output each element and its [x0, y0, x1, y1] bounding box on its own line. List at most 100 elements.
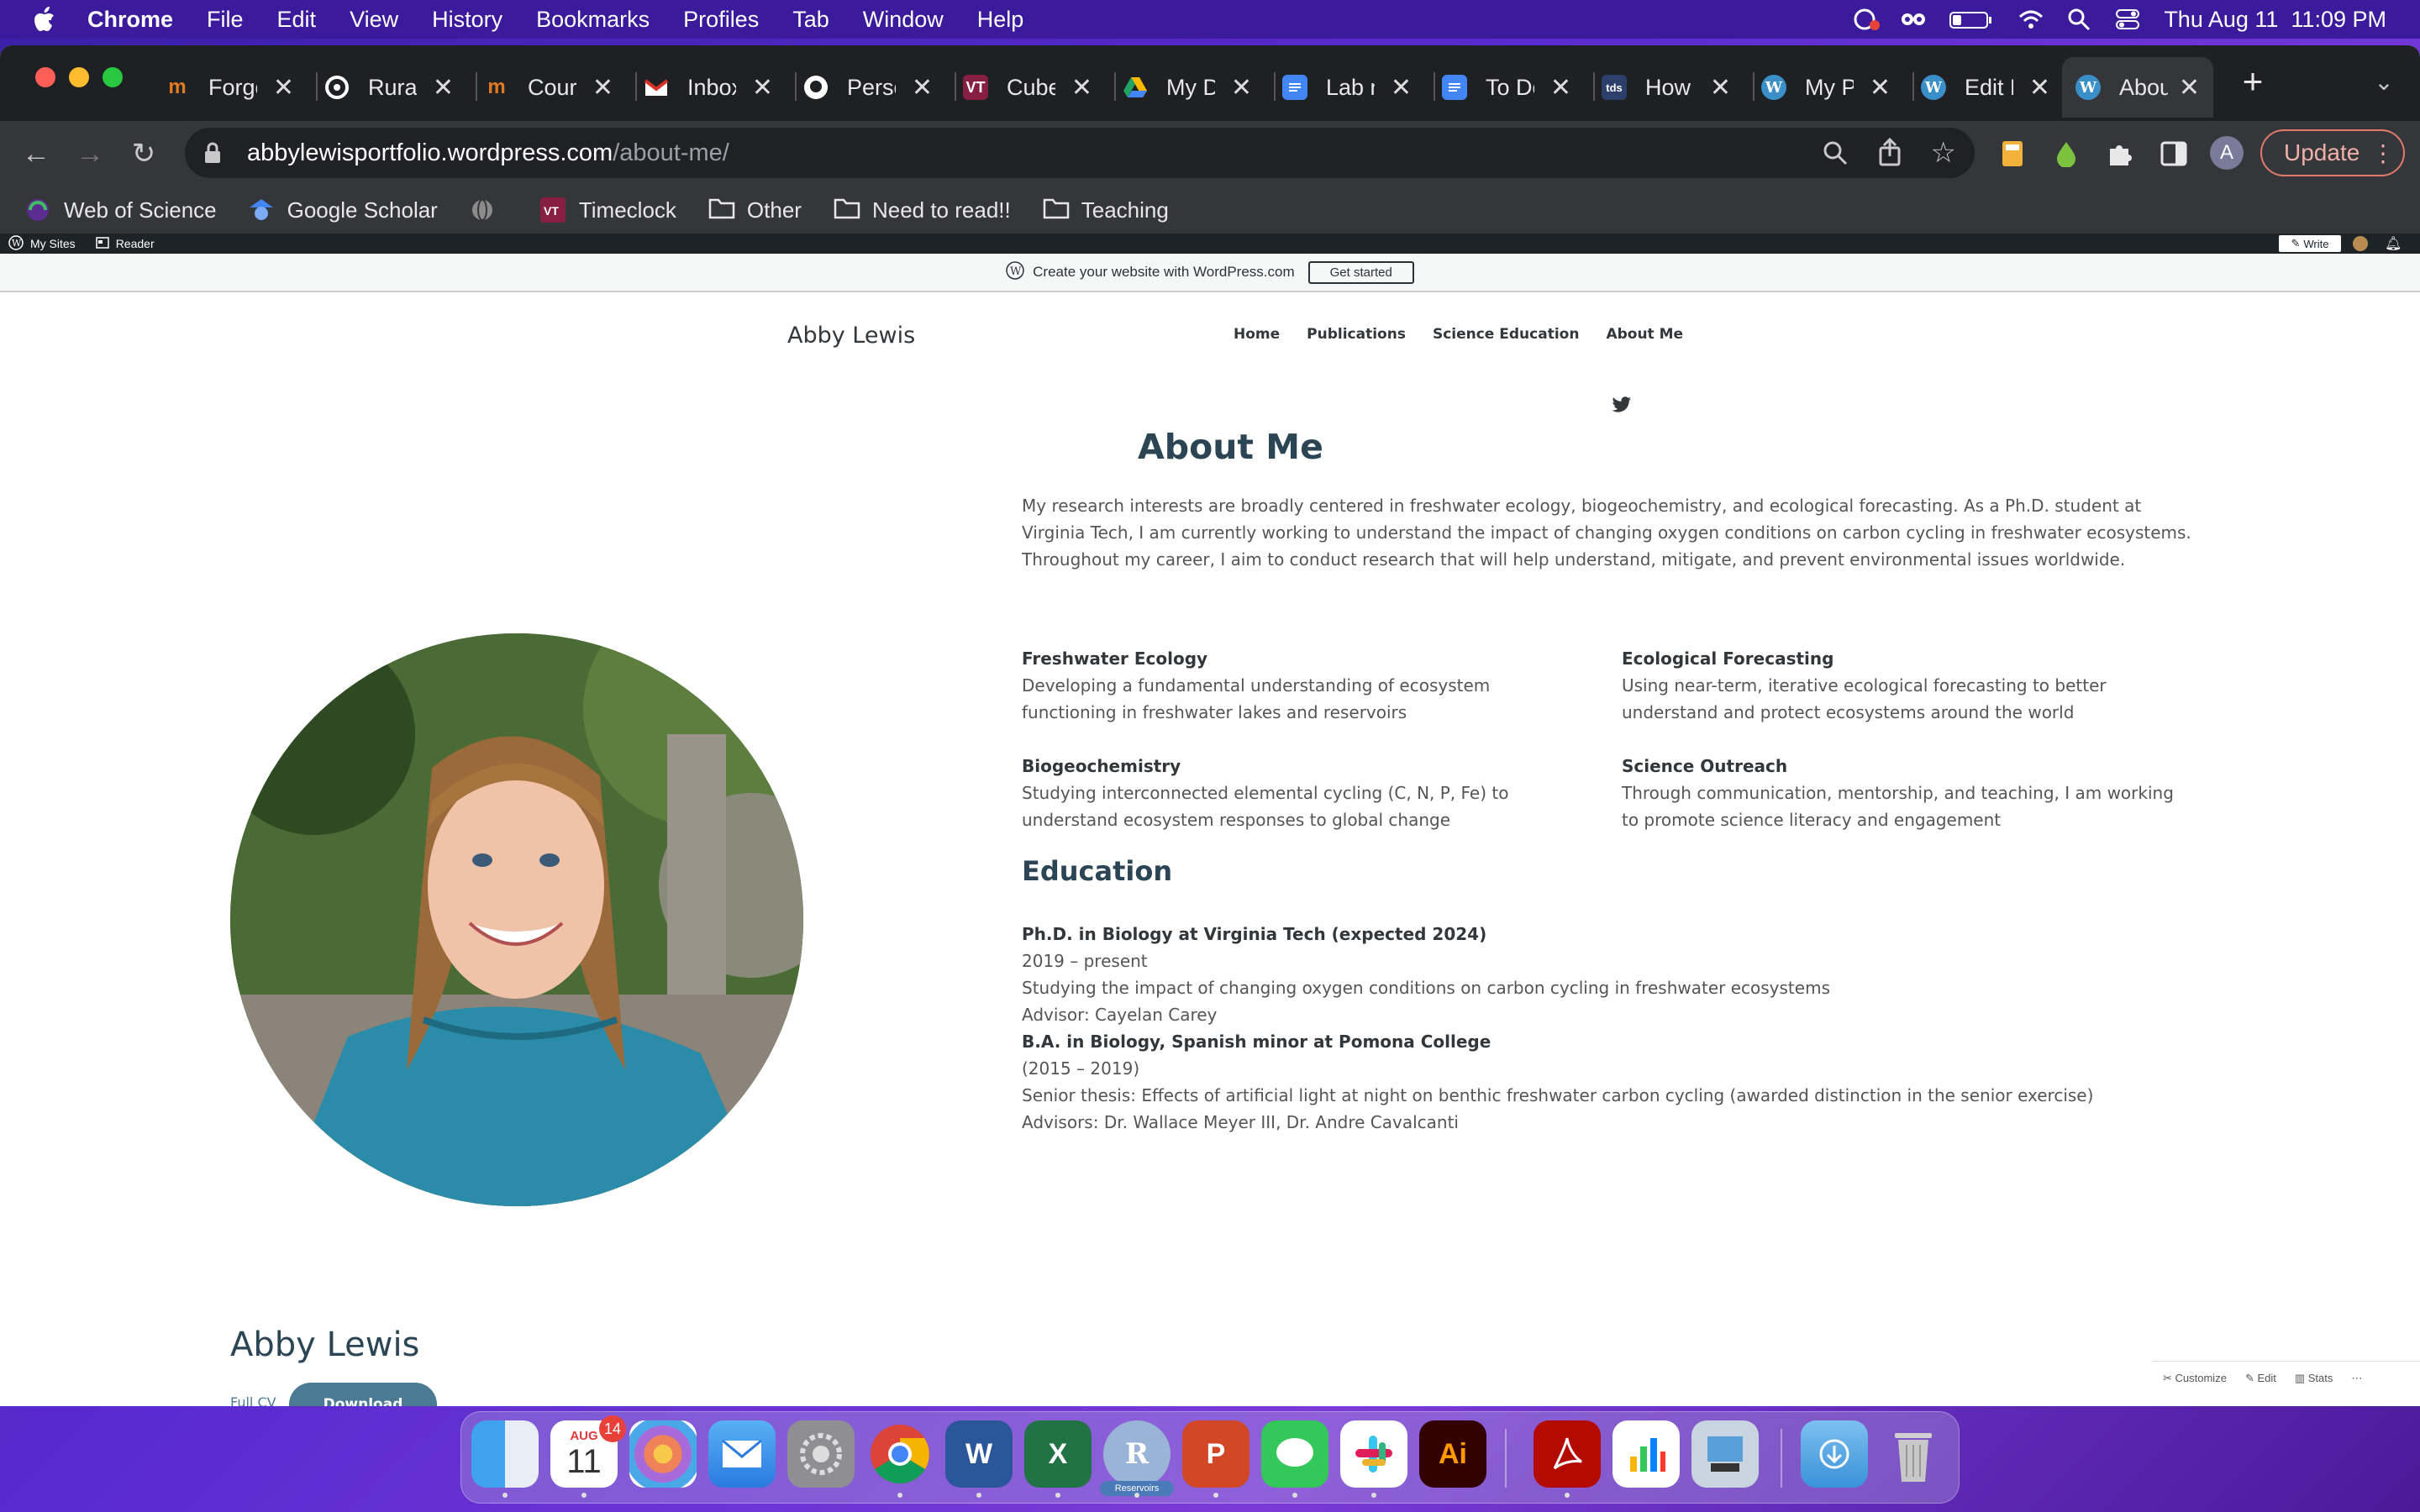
- tab-about-active[interactable]: W Abou ✕: [2062, 57, 2213, 118]
- menu-profiles[interactable]: Profiles: [683, 7, 759, 33]
- banner-text[interactable]: Create your website with WordPress.com: [1033, 264, 1294, 281]
- messages-icon[interactable]: [1261, 1420, 1328, 1488]
- address-bar[interactable]: abbylewisportfolio.wordpress.com/about-m…: [185, 128, 1975, 178]
- close-icon[interactable]: ✕: [752, 73, 773, 102]
- get-started-button[interactable]: Get started: [1307, 260, 1414, 284]
- bookmark-folder-other[interactable]: Other: [708, 197, 802, 223]
- back-button[interactable]: ←: [18, 136, 54, 171]
- menu-history[interactable]: History: [432, 7, 502, 33]
- side-panel-icon[interactable]: [2156, 136, 2191, 171]
- close-icon[interactable]: ✕: [1231, 73, 1252, 102]
- extensions-puzzle-icon[interactable]: [2102, 136, 2138, 171]
- close-icon[interactable]: ✕: [433, 73, 454, 102]
- close-icon[interactable]: ✕: [1710, 73, 1731, 102]
- tab-lab-notebook[interactable]: Lab n ✕: [1282, 57, 1425, 118]
- tab-courses[interactable]: m Cour: ✕: [484, 57, 627, 118]
- mail-icon[interactable]: [708, 1420, 776, 1488]
- menubar-clock[interactable]: Thu Aug 11 11:09 PM: [2164, 7, 2386, 33]
- tab-cube[interactable]: VT Cube ✕: [963, 57, 1106, 118]
- trash-icon[interactable]: [1880, 1420, 1947, 1488]
- chrome-icon[interactable]: [866, 1420, 934, 1488]
- excel-icon[interactable]: X: [1024, 1420, 1092, 1488]
- menu-view[interactable]: View: [350, 7, 398, 33]
- user-avatar[interactable]: [2353, 236, 2368, 251]
- menu-window[interactable]: Window: [863, 7, 944, 33]
- site-title[interactable]: Abby Lewis: [787, 323, 915, 349]
- new-tab-button[interactable]: +: [2235, 61, 2270, 101]
- tab-inbox[interactable]: Inbox ✕: [644, 57, 786, 118]
- profile-avatar[interactable]: A: [2210, 136, 2244, 170]
- calculator-extension-icon[interactable]: [1995, 136, 2030, 171]
- tab-forgot[interactable]: m Forgo ✕: [165, 57, 308, 118]
- tab-search-chevron-icon[interactable]: ⌄: [2366, 64, 2402, 99]
- reader-icon[interactable]: [95, 236, 109, 251]
- preview-icon[interactable]: [1691, 1420, 1759, 1488]
- menu-tab[interactable]: Tab: [792, 7, 829, 33]
- close-icon[interactable]: ✕: [1870, 73, 1891, 102]
- photos-icon[interactable]: [629, 1420, 697, 1488]
- apple-icon[interactable]: [32, 7, 57, 32]
- maximize-window-button[interactable]: [103, 67, 123, 87]
- close-icon[interactable]: ✕: [273, 73, 294, 102]
- menu-help[interactable]: Help: [977, 7, 1024, 33]
- reader-link[interactable]: Reader: [116, 237, 155, 250]
- forward-button[interactable]: →: [72, 136, 108, 171]
- bookmark-folder-teaching[interactable]: Teaching: [1043, 197, 1169, 223]
- control-center-icon[interactable]: [2115, 7, 2140, 32]
- bookmark-web-of-science[interactable]: Web of Science: [25, 197, 217, 223]
- glasses-icon[interactable]: [1900, 7, 1926, 32]
- stats-link[interactable]: ▥ Stats: [2295, 1372, 2333, 1385]
- tab-to-do[interactable]: To Do ✕: [1442, 57, 1585, 118]
- menu-bookmarks[interactable]: Bookmarks: [536, 7, 650, 33]
- download-button[interactable]: Download: [289, 1383, 437, 1406]
- url-text[interactable]: abbylewisportfolio.wordpress.com/about-m…: [247, 139, 729, 167]
- battery-icon[interactable]: [1949, 7, 1994, 32]
- menu-app-name[interactable]: Chrome: [87, 7, 173, 33]
- wordpress-icon[interactable]: W: [8, 234, 24, 253]
- word-icon[interactable]: W: [945, 1420, 1013, 1488]
- creative-cloud-icon[interactable]: [1851, 7, 1881, 32]
- update-button[interactable]: Update ⋮: [2260, 129, 2405, 176]
- more-horizontal-icon[interactable]: ⋯: [2351, 1372, 2362, 1385]
- bookmark-globe[interactable]: [470, 197, 508, 223]
- more-vertical-icon[interactable]: ⋮: [2371, 139, 2395, 167]
- write-button[interactable]: ✎ Write: [2279, 235, 2341, 252]
- close-icon[interactable]: ✕: [1391, 73, 1412, 102]
- tab-edit-page[interactable]: W Edit P ✕: [1921, 57, 2064, 118]
- close-window-button[interactable]: [35, 67, 55, 87]
- notifications-bell-icon[interactable]: 🔔︎: [2385, 235, 2402, 252]
- zoom-icon[interactable]: [1822, 139, 1849, 171]
- rstudio-icon[interactable]: R: [1103, 1420, 1171, 1488]
- twitter-icon[interactable]: [1612, 396, 1632, 417]
- edit-link[interactable]: ✎ Edit: [2245, 1372, 2276, 1385]
- downloads-folder-icon[interactable]: [1801, 1420, 1868, 1488]
- tab-rural[interactable]: Rural ✕: [324, 57, 467, 118]
- tab-personal-github[interactable]: Perso ✕: [803, 57, 946, 118]
- bookmark-google-scholar[interactable]: Google Scholar: [249, 197, 438, 223]
- drop-extension-icon[interactable]: [2049, 136, 2084, 171]
- wifi-icon[interactable]: [2018, 7, 2044, 32]
- nav-science-education[interactable]: Science Education: [1433, 326, 1579, 343]
- nav-publications[interactable]: Publications: [1307, 326, 1406, 343]
- numbers-icon[interactable]: [1612, 1420, 1680, 1488]
- menu-edit[interactable]: Edit: [277, 7, 317, 33]
- menu-file[interactable]: File: [207, 7, 244, 33]
- minimize-window-button[interactable]: [69, 67, 89, 87]
- close-icon[interactable]: ✕: [2179, 73, 2200, 102]
- spotlight-search-icon[interactable]: [2066, 7, 2091, 32]
- reload-button[interactable]: ↻: [126, 136, 161, 171]
- close-icon[interactable]: ✕: [1550, 73, 1571, 102]
- full-cv-link[interactable]: Full CV: [230, 1394, 276, 1406]
- system-preferences-icon[interactable]: [787, 1420, 855, 1488]
- close-icon[interactable]: ✕: [592, 73, 613, 102]
- tab-my-drive[interactable]: My D ✕: [1123, 57, 1265, 118]
- close-icon[interactable]: ✕: [1071, 73, 1092, 102]
- customize-link[interactable]: ✂︎ Customize: [2163, 1372, 2227, 1385]
- bookmark-folder-need-to-read[interactable]: Need to read!!: [834, 197, 1011, 223]
- close-icon[interactable]: ✕: [912, 73, 933, 102]
- nav-about-me[interactable]: About Me: [1606, 326, 1683, 343]
- powerpoint-icon[interactable]: P: [1182, 1420, 1249, 1488]
- bookmark-timeclock[interactable]: VT Timeclock: [539, 197, 676, 223]
- share-icon[interactable]: [1877, 137, 1902, 171]
- tab-how-to[interactable]: tds How t ✕: [1602, 57, 1744, 118]
